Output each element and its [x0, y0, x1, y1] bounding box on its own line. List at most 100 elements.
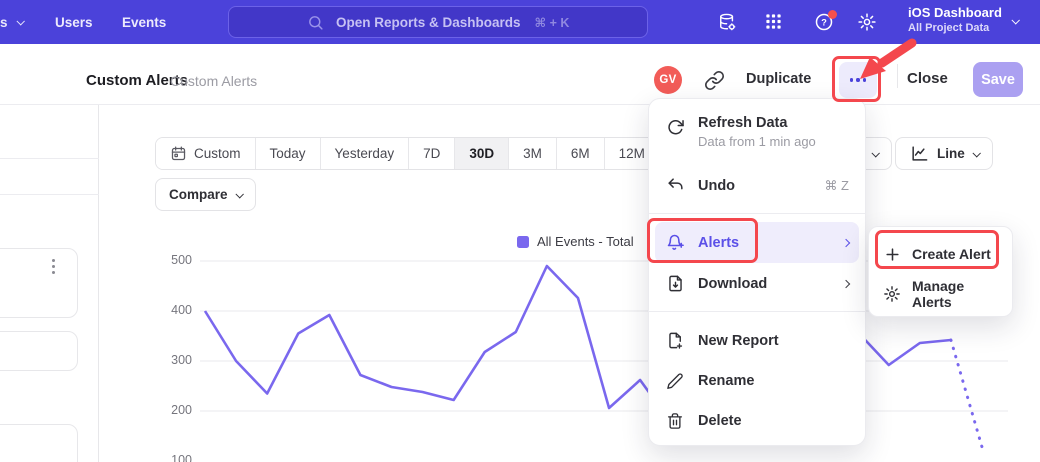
search-placeholder: Open Reports & Dashboards	[336, 15, 521, 30]
rename-icon	[665, 371, 685, 391]
range-30d[interactable]: 30D	[454, 138, 508, 169]
chevron-down-icon	[235, 190, 243, 198]
range-3m[interactable]: 3M	[508, 138, 556, 169]
alert-bell-plus-icon	[665, 233, 685, 253]
sidebar-card[interactable]	[0, 248, 78, 318]
sidebar-card[interactable]	[0, 331, 78, 371]
submenu-item-label: Create Alert	[912, 246, 991, 262]
search-input[interactable]: Open Reports & Dashboards ⌘ + K	[228, 6, 648, 38]
y-tick-label: 200	[148, 403, 192, 417]
submenu-item-manage-alerts[interactable]: Manage Alerts	[875, 276, 1006, 312]
y-tick-label: 100	[148, 453, 192, 462]
top-navbar: s Users Events Open Reports & Dashboards…	[0, 0, 1040, 44]
undo-icon	[665, 176, 685, 196]
sidebar-divider	[0, 158, 99, 159]
nav-partial-label: s	[0, 15, 8, 30]
more-options-menu: Refresh Data Data from 1 min ago Undo ⌘ …	[648, 98, 866, 446]
range-custom[interactable]: Custom	[156, 138, 255, 169]
delete-icon	[665, 411, 685, 431]
range-today[interactable]: Today	[255, 138, 320, 169]
refresh-icon	[665, 117, 685, 137]
workspace-subtitle: All Project Data	[908, 22, 1002, 34]
range-label: 7D	[423, 146, 440, 161]
chevron-down-icon	[972, 149, 980, 157]
menu-item-label: Undo	[698, 178, 735, 194]
nav-item-events[interactable]: Events	[122, 0, 166, 44]
menu-item-alerts[interactable]: Alerts	[655, 222, 859, 263]
chevron-right-icon	[842, 238, 850, 246]
chart-type-button[interactable]: Line	[895, 137, 993, 170]
search-shortcut: ⌘ + K	[535, 15, 570, 30]
svg-text:?: ?	[821, 18, 827, 28]
gear-icon	[883, 285, 901, 303]
save-button[interactable]: Save	[973, 62, 1023, 97]
compare-button[interactable]: Compare	[155, 178, 256, 211]
range-label: Today	[270, 146, 306, 161]
sidebar-card[interactable]	[0, 424, 78, 462]
chevron-down-icon	[16, 17, 24, 25]
apps-grid-icon[interactable]	[764, 12, 784, 32]
notification-badge	[828, 10, 837, 19]
menu-item-label: Refresh Data	[698, 115, 816, 131]
submenu-item-label: Manage Alerts	[912, 278, 998, 310]
workspace-switcher[interactable]: iOS Dashboard All Project Data	[908, 5, 1002, 34]
menu-item-label: Alerts	[698, 235, 739, 251]
submenu-item-create-alert[interactable]: Create Alert	[875, 236, 1006, 272]
y-tick-label: 400	[148, 303, 192, 317]
chart-type-label: Line	[937, 146, 965, 161]
menu-item-new-report[interactable]: New Report	[655, 320, 859, 361]
data-settings-icon[interactable]	[717, 12, 737, 32]
close-button[interactable]: Close	[907, 70, 948, 87]
range-label: 12M	[619, 146, 645, 161]
date-range-segmented-control: Custom Today Yesterday 7D 30D 3M 6M 12M	[155, 137, 660, 170]
alerts-submenu: Create Alert Manage Alerts	[868, 226, 1013, 317]
menu-divider	[649, 213, 865, 214]
nav-item-users[interactable]: Users	[55, 0, 93, 44]
new-report-icon	[665, 331, 685, 351]
menu-item-rename[interactable]: Rename	[655, 360, 859, 401]
nav-item-partial[interactable]: s	[0, 0, 23, 44]
help-icon[interactable]: ?	[814, 12, 834, 32]
range-label: Custom	[194, 146, 241, 161]
menu-item-subtitle: Data from 1 min ago	[698, 134, 816, 149]
chart-legend: All Events - Total	[517, 234, 634, 249]
range-label: 30D	[469, 146, 494, 161]
menu-item-undo[interactable]: Undo ⌘ Z	[655, 165, 859, 206]
y-tick-label: 500	[148, 253, 192, 267]
menu-divider	[649, 311, 865, 312]
range-6m[interactable]: 6M	[556, 138, 604, 169]
header-divider	[897, 64, 898, 88]
compare-label: Compare	[169, 187, 228, 202]
calendar-icon	[170, 145, 187, 162]
y-tick-label: 300	[148, 353, 192, 367]
breadcrumb: Custom Alerts	[170, 73, 257, 89]
search-icon	[307, 14, 324, 31]
menu-item-label: New Report	[698, 333, 779, 349]
range-7d[interactable]: 7D	[408, 138, 454, 169]
legend-label: All Events - Total	[537, 234, 634, 249]
legend-swatch	[517, 236, 529, 248]
kebab-menu-icon[interactable]	[52, 259, 55, 274]
duplicate-button[interactable]: Duplicate	[746, 71, 811, 87]
menu-item-label: Download	[698, 276, 767, 292]
avatar[interactable]: GV	[654, 66, 682, 94]
menu-item-refresh-data[interactable]: Refresh Data Data from 1 min ago	[655, 107, 859, 159]
sidebar-divider	[0, 194, 99, 195]
app-root: 500 400 300 200 100 All Events - Total Custo…	[0, 0, 1040, 462]
line-chart-icon	[909, 144, 929, 164]
range-yesterday[interactable]: Yesterday	[320, 138, 409, 169]
chevron-down-icon	[871, 149, 879, 157]
chevron-right-icon	[842, 279, 850, 287]
menu-item-label: Delete	[698, 413, 742, 429]
range-label: Yesterday	[335, 146, 395, 161]
share-link-icon[interactable]	[704, 70, 726, 92]
range-label: 6M	[571, 146, 590, 161]
more-options-button[interactable]	[839, 62, 877, 98]
menu-item-download[interactable]: Download	[655, 263, 859, 304]
download-icon	[665, 274, 685, 294]
settings-gear-icon[interactable]	[857, 12, 877, 32]
left-sidebar	[0, 105, 99, 462]
menu-item-delete[interactable]: Delete	[655, 400, 859, 441]
plus-icon	[883, 245, 901, 263]
range-label: 3M	[523, 146, 542, 161]
